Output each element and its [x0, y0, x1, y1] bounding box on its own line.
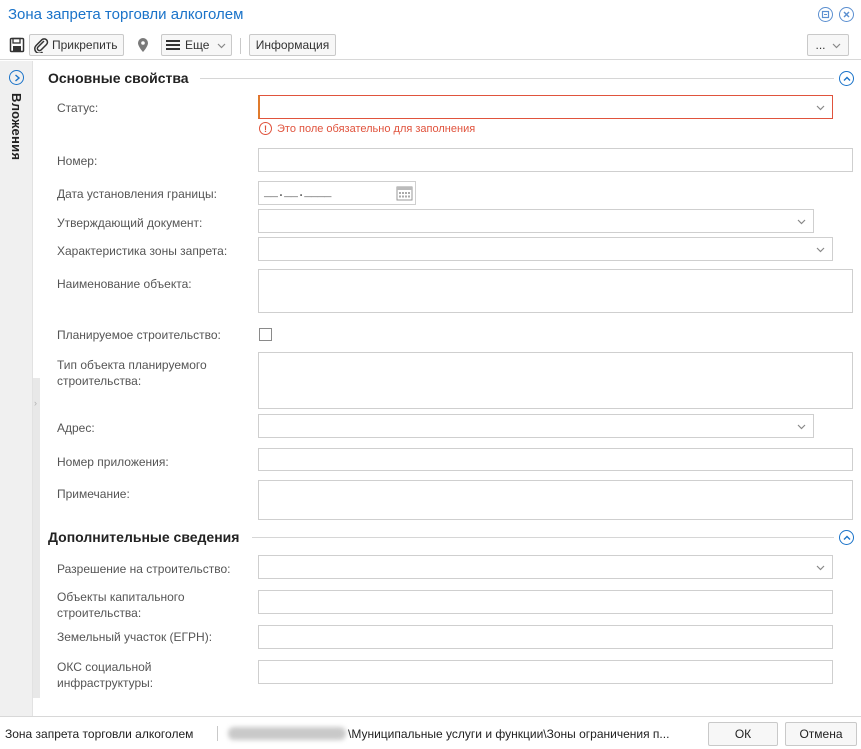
approving-doc-select[interactable]: [258, 209, 814, 233]
status-bar: Зона запрета торговли алкоголем \Муницип…: [0, 716, 861, 749]
panel-splitter[interactable]: [33, 378, 40, 698]
window-menu-icon[interactable]: [818, 7, 833, 22]
address-label: Адрес:: [57, 421, 95, 435]
planned-object-type-textarea[interactable]: [258, 352, 853, 409]
info-button-label: Информация: [255, 38, 330, 52]
collapse-main-section-icon[interactable]: [839, 71, 854, 86]
boundary-date-field[interactable]: __.__.____: [258, 181, 416, 205]
number-label: Номер:: [57, 154, 98, 168]
chevron-down-icon: [816, 565, 825, 571]
chevron-down-icon: [816, 247, 825, 253]
window-title-bar: Зона запрета торговли алкоголем: [0, 0, 861, 30]
status-divider: [217, 726, 218, 741]
chevron-down-icon: [217, 43, 226, 48]
building-permit-label: Разрешение на строительство:: [57, 562, 231, 576]
note-label: Примечание:: [57, 487, 130, 501]
ok-button-label: ОК: [734, 727, 752, 741]
ok-button[interactable]: ОК: [708, 722, 778, 746]
cancel-button-label: Отмена: [799, 727, 843, 741]
calendar-icon[interactable]: [396, 185, 413, 201]
redacted-region: [228, 727, 346, 740]
status-label: Статус:: [57, 101, 99, 115]
status-select[interactable]: [258, 95, 833, 119]
pin-button-label: Прикрепить: [52, 38, 118, 52]
attachments-tab-label[interactable]: Вложения: [9, 93, 24, 160]
expand-attachments-icon[interactable]: [9, 70, 24, 85]
close-icon[interactable]: [839, 7, 854, 22]
attachment-number-label: Номер приложения:: [57, 455, 169, 469]
approving-doc-label: Утверждающий документ:: [57, 216, 203, 230]
attachments-panel: Вложения: [0, 61, 33, 716]
collapse-extra-section-icon[interactable]: [839, 530, 854, 545]
info-button[interactable]: Информация: [249, 34, 336, 56]
cancel-button[interactable]: Отмена: [785, 722, 857, 746]
more-dropdown-label: Еще: [185, 38, 210, 52]
attachment-number-field[interactable]: [258, 448, 853, 471]
extra-section-divider: [252, 537, 834, 538]
paperclip-icon: [34, 38, 49, 53]
main-section-divider: [200, 78, 834, 79]
overflow-menu-label: ...: [815, 38, 826, 52]
chevron-down-icon: [797, 424, 806, 430]
hamburger-icon: [166, 40, 180, 50]
main-section-title: Основные свойства: [48, 70, 189, 86]
save-button[interactable]: [6, 34, 28, 56]
window-title: Зона запрета торговли алкоголем: [8, 6, 244, 23]
status-error: ! Это поле обязательно для заполнения: [259, 122, 475, 135]
more-dropdown[interactable]: Еще: [161, 34, 232, 56]
chevron-down-icon: [832, 43, 840, 48]
exclamation-circle-icon: !: [259, 122, 272, 135]
location-button[interactable]: [133, 34, 153, 56]
social-infra-label: ОКС социальной инфраструктуры:: [57, 660, 154, 690]
status-error-text: Это поле обязательно для заполнения: [277, 122, 476, 135]
capital-objects-field[interactable]: [258, 590, 833, 614]
planned-object-type-label: Тип объекта планируемого строительства:: [57, 358, 207, 388]
date-mask: __.__.____: [264, 186, 332, 200]
planned-construction-label: Планируемое строительство:: [57, 328, 221, 342]
land-plot-label: Земельный участок (ЕГРН):: [57, 630, 213, 644]
status-path[interactable]: \Муниципальные услуги и функции\Зоны огр…: [348, 727, 669, 741]
zone-characteristic-label: Характеристика зоны запрета:: [57, 244, 228, 258]
address-select[interactable]: [258, 414, 814, 438]
chevron-down-icon: [816, 105, 825, 111]
toolbar-divider: [240, 38, 241, 54]
extra-section-title: Дополнительные сведения: [48, 529, 240, 545]
social-infra-field[interactable]: [258, 660, 833, 684]
note-textarea[interactable]: [258, 480, 853, 520]
capital-objects-label: Объекты капитального строительства:: [57, 590, 185, 620]
zone-characteristic-select[interactable]: [258, 237, 833, 261]
pin-button[interactable]: Прикрепить: [29, 34, 124, 56]
number-field[interactable]: [258, 148, 853, 172]
map-pin-icon: [138, 38, 148, 52]
toolbar: Прикрепить Еще Информация ...: [0, 30, 861, 60]
land-plot-field[interactable]: [258, 625, 833, 649]
object-name-textarea[interactable]: [258, 269, 853, 313]
status-doc-title: Зона запрета торговли алкоголем: [5, 727, 194, 741]
object-name-label: Наименование объекта:: [57, 277, 192, 291]
planned-construction-checkbox[interactable]: [259, 328, 272, 341]
splitter-handle-icon: ›: [34, 398, 37, 408]
floppy-disk-icon: [9, 37, 25, 53]
boundary-date-label: Дата установления границы:: [57, 187, 217, 201]
chevron-down-icon: [797, 219, 806, 225]
overflow-menu-button[interactable]: ...: [807, 34, 849, 56]
building-permit-select[interactable]: [258, 555, 833, 579]
